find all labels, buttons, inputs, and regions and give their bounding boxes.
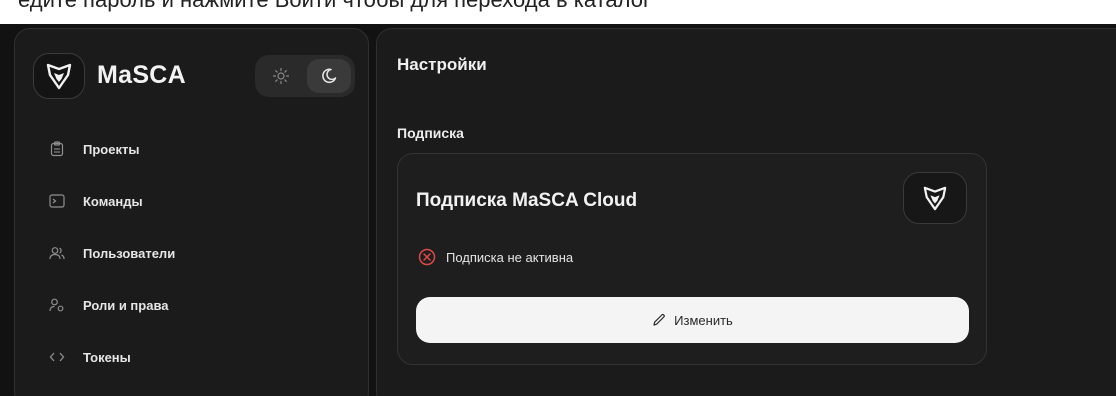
edit-button[interactable]: Изменить [416,297,969,343]
sidebar-item-tokens[interactable]: Токены [49,343,349,371]
sidebar-item-roles[interactable]: Роли и права [49,291,349,319]
sidebar-item-label: Токены [83,349,131,365]
sidebar-item-projects[interactable]: Проекты [49,135,349,163]
app-window: MaSCA Проекты Команды Пользователи Роли … [0,24,1116,396]
card-logo [903,172,967,224]
pencil-icon [653,314,665,326]
theme-toggle[interactable] [255,55,355,97]
main-panel: Настройки Подписка Подписка MaSCA Cloud … [376,28,1116,396]
brand-name: MaSCA [97,61,187,89]
page-title: Настройки [397,55,487,74]
sidebar-item-label: Роли и права [83,297,169,313]
card-title: Подписка MaSCA Cloud [416,190,638,211]
moon-icon [322,68,337,84]
brand-logo[interactable] [33,53,85,99]
code-brackets-icon [49,349,65,365]
subscription-status: Подписка не активна [418,248,573,266]
sidebar-item-label: Проекты [83,141,140,157]
subscription-card: Подписка MaSCA Cloud Подписка не активна [397,153,987,365]
status-text: Подписка не активна [446,249,574,265]
clipboard-icon [49,141,65,157]
section-title: Подписка [397,125,464,141]
x-circle-icon [418,248,436,266]
background-page-strip: едите пароль и нажмите Войти чтобы для п… [0,0,1116,24]
masca-shield-icon [923,186,947,211]
theme-light-button[interactable] [259,59,303,93]
sidebar-item-commands[interactable]: Команды [49,187,349,215]
sidebar-item-users[interactable]: Пользователи [49,239,349,267]
background-page-text: едите пароль и нажмите Войти чтобы для п… [18,0,651,13]
edit-button-label: Изменить [674,312,733,328]
masca-shield-icon [46,63,72,90]
terminal-icon [49,193,65,209]
sidebar-item-label: Пользователи [83,245,176,261]
sidebar: MaSCA Проекты Команды Пользователи Роли … [14,28,369,396]
sidebar-item-label: Команды [83,193,143,209]
sun-icon [272,67,290,85]
user-key-icon [49,297,65,313]
users-icon [49,245,65,261]
theme-dark-button[interactable] [307,59,351,93]
